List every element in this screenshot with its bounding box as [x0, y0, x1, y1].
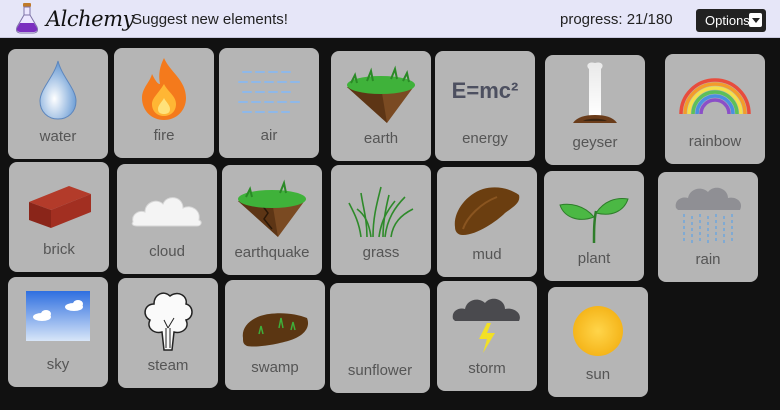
- suggest-elements-link[interactable]: Suggest new elements!: [132, 11, 288, 28]
- element-tile-geyser[interactable]: geyser: [545, 55, 645, 165]
- potion-flask-icon: [16, 3, 38, 34]
- element-label: earthquake: [234, 244, 310, 261]
- element-tile-sky[interactable]: sky: [8, 277, 108, 387]
- app-logo-text: Alchemy: [46, 7, 134, 31]
- element-label: air: [260, 127, 278, 144]
- grass-icon: [348, 186, 414, 238]
- chevron-down-icon: [749, 13, 762, 27]
- element-tile-air[interactable]: air: [219, 48, 319, 158]
- element-label: water: [39, 128, 77, 145]
- element-label: geyser: [572, 134, 618, 151]
- element-board: water fire air earth E=mc² energy geyser…: [0, 38, 780, 410]
- energy-formula-icon: E=mc²: [451, 78, 519, 103]
- brick-icon: [29, 186, 91, 228]
- element-tile-earthquake[interactable]: earthquake: [222, 165, 322, 275]
- plant-icon: [559, 198, 629, 244]
- element-tile-swamp[interactable]: swamp: [225, 280, 325, 390]
- element-tile-sun[interactable]: sun: [548, 287, 648, 397]
- element-label: plant: [577, 250, 611, 267]
- element-label: brick: [43, 241, 75, 258]
- element-tile-steam[interactable]: steam: [118, 278, 218, 388]
- element-tile-grass[interactable]: grass: [331, 165, 431, 275]
- storm-cloud-icon: [452, 298, 520, 353]
- element-label: mud: [472, 246, 502, 263]
- element-label: fire: [153, 127, 175, 144]
- rainbow-icon: [679, 78, 751, 115]
- top-bar: Alchemy Suggest new elements! progress: …: [0, 0, 780, 38]
- earth-island-icon: [347, 65, 415, 123]
- progress-counter: progress: 21/180: [560, 11, 673, 28]
- mud-icon: [454, 187, 520, 235]
- air-waves-icon: [238, 71, 300, 113]
- sunflower-icon: [340, 289, 420, 357]
- options-button[interactable]: Options: [696, 9, 766, 32]
- element-label: sunflower: [347, 362, 413, 379]
- water-drop-icon: [39, 60, 77, 120]
- element-tile-sunflower[interactable]: sunflower: [330, 283, 430, 393]
- element-label: sun: [585, 366, 611, 383]
- element-label: rainbow: [688, 133, 742, 150]
- flame-icon: [142, 58, 186, 120]
- element-label: cloud: [149, 243, 185, 260]
- sun-icon: [573, 306, 623, 356]
- element-tile-storm[interactable]: storm: [437, 281, 537, 391]
- element-label: sky: [46, 356, 70, 373]
- element-label: rain: [695, 251, 721, 268]
- element-tile-energy[interactable]: E=mc² energy: [435, 51, 535, 161]
- cloud-icon: [131, 197, 202, 227]
- element-tile-cloud[interactable]: cloud: [117, 164, 217, 274]
- element-label: earth: [363, 130, 399, 147]
- element-tile-plant[interactable]: plant: [544, 171, 644, 281]
- swamp-icon: [242, 313, 309, 347]
- element-tile-mud[interactable]: mud: [437, 167, 537, 277]
- sky-icon: [26, 291, 90, 341]
- element-label: steam: [147, 357, 189, 374]
- earthquake-icon: [238, 179, 306, 237]
- steam-icon: [144, 292, 193, 351]
- element-label: swamp: [251, 359, 299, 376]
- element-tile-water[interactable]: water: [8, 49, 108, 159]
- element-tile-brick[interactable]: brick: [9, 162, 109, 272]
- rain-cloud-icon: [675, 187, 742, 244]
- element-label: storm: [468, 360, 506, 377]
- element-tile-earth[interactable]: earth: [331, 51, 431, 161]
- element-tile-rain[interactable]: rain: [658, 172, 758, 282]
- element-tile-rainbow[interactable]: rainbow: [665, 54, 765, 164]
- options-label: Options: [705, 13, 750, 28]
- geyser-icon: [573, 62, 617, 123]
- element-tile-fire[interactable]: fire: [114, 48, 214, 158]
- element-label: energy: [462, 130, 508, 147]
- element-label: grass: [362, 244, 400, 261]
